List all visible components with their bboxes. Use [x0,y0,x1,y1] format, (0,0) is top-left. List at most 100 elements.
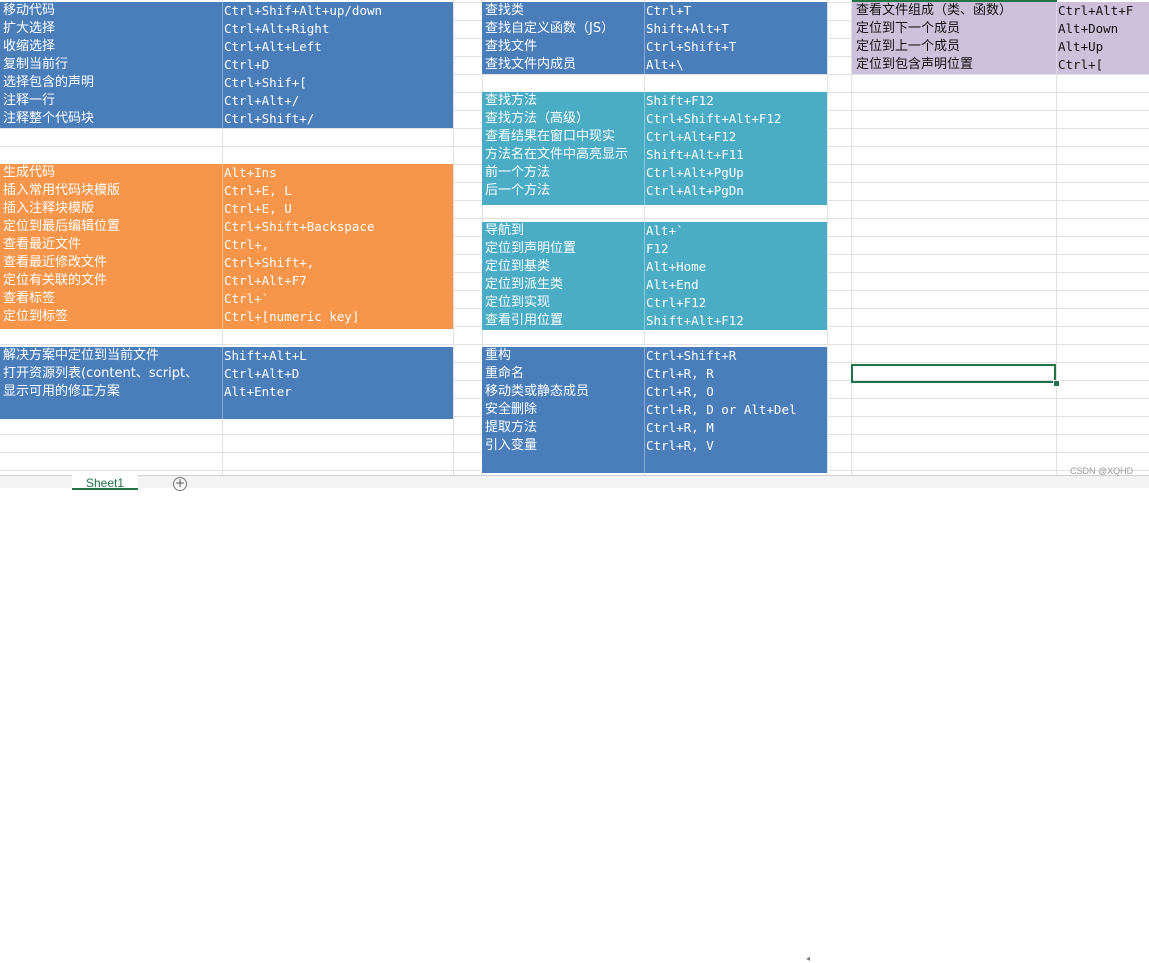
shortcut-action[interactable]: 查看最近文件 [3,236,221,254]
shortcut-keys[interactable]: Ctrl+` [224,290,424,308]
shortcut-keys[interactable]: Alt+Home [646,258,821,276]
tab-sheet1[interactable]: Sheet1 [72,475,138,490]
shortcut-keys[interactable]: Alt+\ [646,56,821,74]
shortcut-action[interactable]: 方法名在文件中高亮显示 [485,146,645,164]
shortcut-keys[interactable]: Alt+Up [1058,38,1148,56]
shortcut-action[interactable]: 查看结果在窗口中现实 [485,128,645,146]
shortcut-action[interactable]: 显示可用的修正方案 [3,383,221,401]
shortcut-action[interactable]: 查找自定义函数（JS） [485,20,645,38]
add-sheet-icon[interactable]: + [173,477,187,491]
shortcut-keys[interactable]: Ctrl+[numeric key] [224,308,424,326]
shortcut-row: 打开资源列表(content、script、 Ctrl+Alt+D [0,365,453,383]
shortcut-action[interactable]: 定位到最后编辑位置 [3,218,221,236]
shortcut-action[interactable]: 定位到基类 [485,258,645,276]
shortcut-action[interactable]: 定位到包含声明位置 [856,56,1056,74]
shortcut-keys[interactable]: Ctrl+Shift+Backspace [224,218,424,236]
shortcut-action[interactable]: 提取方法 [485,419,645,437]
shortcut-action[interactable]: 查找类 [485,2,645,20]
shortcut-keys[interactable]: Ctrl+R, M [646,419,821,437]
shortcut-keys[interactable]: Shift+Alt+T [646,20,821,38]
shortcut-action[interactable]: 生成代码 [3,164,221,182]
shortcut-keys[interactable]: Ctrl+Shif+Alt+up/down [224,2,424,20]
shortcut-action[interactable]: 定位到实现 [485,294,645,312]
shortcut-action[interactable]: 查找方法 [485,92,645,110]
shortcut-action[interactable]: 选择包含的声明 [3,74,221,92]
shortcut-keys[interactable]: F12 [646,240,821,258]
shortcut-action[interactable]: 查找文件 [485,38,645,56]
shortcut-action[interactable]: 解决方案中定位到当前文件 [3,347,221,365]
shortcut-action[interactable]: 查看最近修改文件 [3,254,221,272]
shortcut-row: 移动类或静态成员 Ctrl+R, O [482,383,827,401]
shortcut-keys[interactable]: Alt+` [646,222,821,240]
shortcut-keys[interactable]: Ctrl+, [224,236,424,254]
shortcut-keys[interactable]: Ctrl+Shift+, [224,254,424,272]
shortcut-action[interactable]: 打开资源列表(content、script、 [3,365,221,383]
shortcut-keys[interactable]: Ctrl+R, O [646,383,821,401]
shortcut-keys[interactable]: Ctrl+Shift+/ [224,110,424,128]
shortcut-action[interactable]: 安全删除 [485,401,645,419]
shortcut-action[interactable]: 引入变量 [485,437,645,455]
shortcut-keys[interactable]: Ctrl+E, U [224,200,424,218]
shortcut-keys[interactable]: Alt+Ins [224,164,424,182]
shortcut-keys[interactable]: Ctrl+Alt+F12 [646,128,821,146]
shortcut-action[interactable]: 后一个方法 [485,182,645,200]
shortcut-action[interactable]: 复制当前行 [3,56,221,74]
shortcut-action[interactable]: 注释一行 [3,92,221,110]
shortcut-keys[interactable]: Ctrl+Alt+Left [224,38,424,56]
shortcut-keys[interactable]: Ctrl+R, V [646,437,821,455]
shortcut-action[interactable]: 定位到声明位置 [485,240,645,258]
shortcut-keys[interactable]: Ctrl+Shift+T [646,38,821,56]
shortcut-action[interactable]: 查看标签 [3,290,221,308]
shortcut-action[interactable]: 移动类或静态成员 [485,383,645,401]
shortcut-action[interactable]: 注释整个代码块 [3,110,221,128]
shortcut-row: 方法名在文件中高亮显示 Shift+Alt+F11 [482,146,827,164]
shortcut-action[interactable]: 重构 [485,347,645,365]
shortcut-keys[interactable]: Ctrl+Alt+Right [224,20,424,38]
shortcut-keys[interactable]: Ctrl+Shif+[ [224,74,424,92]
shortcut-row: 定位有关联的文件 Ctrl+Alt+F7 [0,272,453,290]
shortcut-action[interactable]: 移动代码 [3,2,221,20]
shortcut-action[interactable]: 插入注释块模版 [3,200,221,218]
shortcut-keys[interactable]: Ctrl+Alt+D [224,365,424,383]
shortcut-keys[interactable]: Ctrl+Alt+PgDn [646,182,821,200]
shortcut-keys[interactable]: Ctrl+E, L [224,182,424,200]
shortcut-keys[interactable]: Ctrl+Shift+Alt+F12 [646,110,821,128]
shortcut-action[interactable]: 定位到派生类 [485,276,645,294]
shortcut-keys[interactable]: Ctrl+[ [1058,56,1148,74]
shortcut-keys[interactable]: Shift+Alt+L [224,347,424,365]
shortcut-action[interactable]: 查找文件内成员 [485,56,645,74]
shortcut-action[interactable]: 前一个方法 [485,164,645,182]
shortcut-keys[interactable]: Ctrl+R, D or Alt+Del [646,401,821,419]
shortcut-keys[interactable]: Ctrl+Alt+PgUp [646,164,821,182]
shortcut-keys[interactable]: Ctrl+T [646,2,821,20]
shortcut-keys[interactable]: Ctrl+F12 [646,294,821,312]
shortcut-action[interactable]: 查看文件组成（类、函数） [856,2,1056,20]
shortcut-action[interactable]: 定位到下一个成员 [856,20,1056,38]
shortcut-action[interactable]: 重命名 [485,365,645,383]
shortcut-keys[interactable]: Alt+End [646,276,821,294]
shortcut-keys[interactable]: Alt+Down [1058,20,1148,38]
shortcut-keys[interactable]: Ctrl+Shift+R [646,347,821,365]
selected-cell[interactable] [851,364,1056,383]
shortcut-action[interactable]: 导航到 [485,222,645,240]
shortcut-action[interactable]: 定位到上一个成员 [856,38,1056,56]
shortcut-action[interactable]: 插入常用代码块模版 [3,182,221,200]
shortcut-keys[interactable]: Ctrl+Alt+/ [224,92,424,110]
shortcut-action[interactable]: 查看引用位置 [485,312,645,330]
shortcut-keys[interactable]: Shift+Alt+F11 [646,146,821,164]
shortcut-keys[interactable]: Ctrl+Alt+F [1058,2,1148,20]
shortcut-action[interactable]: 扩大选择 [3,20,221,38]
shortcut-action[interactable]: 定位有关联的文件 [3,272,221,290]
shortcut-keys[interactable]: Ctrl+D [224,56,424,74]
spreadsheet-grid[interactable]: 移动代码 Ctrl+Shif+Alt+up/down 扩大选择 Ctrl+Alt+Ri… [0,0,1149,475]
fill-handle[interactable] [1053,380,1060,387]
shortcut-action[interactable]: 收缩选择 [3,38,221,56]
shortcut-action[interactable]: 查找方法（高级） [485,110,645,128]
shortcut-keys[interactable]: Shift+Alt+F12 [646,312,821,330]
shortcut-keys[interactable]: Ctrl+R, R [646,365,821,383]
shortcut-action[interactable]: 定位到标签 [3,308,221,326]
shortcut-keys[interactable]: Alt+Enter [224,383,424,401]
scroll-left-icon[interactable]: ◂ [806,954,810,963]
shortcut-keys[interactable]: Ctrl+Alt+F7 [224,272,424,290]
shortcut-keys[interactable]: Shift+F12 [646,92,821,110]
